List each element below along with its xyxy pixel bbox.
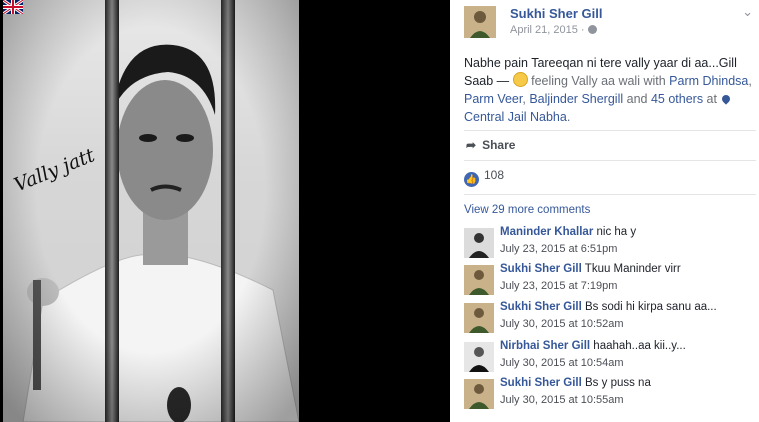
chevron-down-icon[interactable]: ⌄: [742, 4, 753, 20]
tag-link[interactable]: Baljinder Shergill: [529, 92, 623, 106]
commenter-avatar[interactable]: [464, 228, 494, 258]
commenter-name[interactable]: Sukhi Sher Gill: [500, 377, 582, 389]
feeling-text: feeling Vally aa wali with: [531, 74, 670, 88]
post-photo[interactable]: Vally jatt: [0, 0, 450, 422]
comment-item: Nirbhai Sher Gill haahah..aa kii..y... J…: [464, 340, 756, 380]
tag-link[interactable]: Parm Dhindsa: [669, 74, 748, 88]
post-date[interactable]: April 21, 2015 ·: [510, 24, 597, 36]
commenter-avatar[interactable]: [464, 342, 494, 372]
others-link[interactable]: 45 others: [651, 92, 703, 106]
like-icon: 👍: [464, 172, 479, 187]
commenter-avatar[interactable]: [464, 265, 494, 295]
author-avatar[interactable]: [464, 6, 496, 38]
commenter-avatar[interactable]: [464, 303, 494, 333]
comment-timestamp[interactable]: July 30, 2015 at 10:54am: [500, 357, 624, 369]
separator: ,: [748, 74, 752, 88]
commenter-name[interactable]: Nirbhai Sher Gill: [500, 340, 590, 352]
comment-timestamp[interactable]: July 23, 2015 at 6:51pm: [500, 243, 617, 255]
comment-item: Sukhi Sher Gill Bs y puss na July 30, 20…: [464, 377, 756, 417]
separator: at: [703, 92, 721, 106]
comment-item: Maninder Khallar nic ha y July 23, 2015 …: [464, 226, 756, 266]
separator: and: [623, 92, 651, 106]
uk-flag-icon: [3, 0, 23, 14]
post-panel: Sukhi Sher Gill April 21, 2015 · ⌄ Nabhe…: [450, 0, 759, 422]
like-summary[interactable]: 👍 108: [464, 168, 504, 187]
comment-text: nic ha y: [593, 226, 637, 238]
post-text: Nabhe pain Tareeqan ni tere vally yaar d…: [464, 54, 756, 126]
view-more-comments-link[interactable]: View 29 more comments: [464, 204, 590, 216]
jail-portrait-illustration: [3, 0, 299, 422]
divider: [464, 130, 756, 131]
period: .: [566, 110, 571, 124]
comment-text: Tkuu Maninder virr: [581, 263, 681, 275]
divider: [464, 160, 756, 161]
globe-icon: [587, 25, 597, 34]
comment-item: Sukhi Sher Gill Tkuu Maninder virr July …: [464, 263, 756, 303]
comment-timestamp[interactable]: July 23, 2015 at 7:19pm: [500, 280, 617, 292]
comment-item: Sukhi Sher Gill Bs sodi hi kirpa sanu aa…: [464, 301, 756, 341]
comment-timestamp[interactable]: July 30, 2015 at 10:52am: [500, 318, 624, 330]
commenter-avatar[interactable]: [464, 379, 494, 409]
divider: [464, 194, 756, 195]
commenter-name[interactable]: Sukhi Sher Gill: [500, 263, 582, 275]
author-name[interactable]: Sukhi Sher Gill: [510, 6, 602, 21]
share-button[interactable]: ➦ Share: [466, 138, 515, 152]
like-count: 108: [484, 168, 505, 182]
commenter-name[interactable]: Sukhi Sher Gill: [500, 301, 582, 313]
tag-link[interactable]: Parm Veer: [464, 92, 522, 106]
comment-timestamp[interactable]: July 30, 2015 at 10:55am: [500, 394, 624, 406]
commenter-name[interactable]: Maninder Khallar: [500, 226, 593, 238]
post-date-text: April 21, 2015 ·: [510, 24, 585, 36]
comment-text: Bs y puss na: [581, 377, 651, 389]
smile-emoji-icon: [512, 72, 528, 87]
photo-frame: Vally jatt: [3, 0, 299, 422]
comment-text: Bs sodi hi kirpa sanu aa...: [581, 301, 717, 313]
share-label: Share: [482, 138, 516, 152]
share-icon: ➦: [466, 138, 477, 152]
location-pin-icon: [720, 93, 733, 105]
comment-text: haahah..aa kii..y...: [590, 340, 686, 352]
location-link[interactable]: Central Jail Nabha: [464, 110, 567, 124]
